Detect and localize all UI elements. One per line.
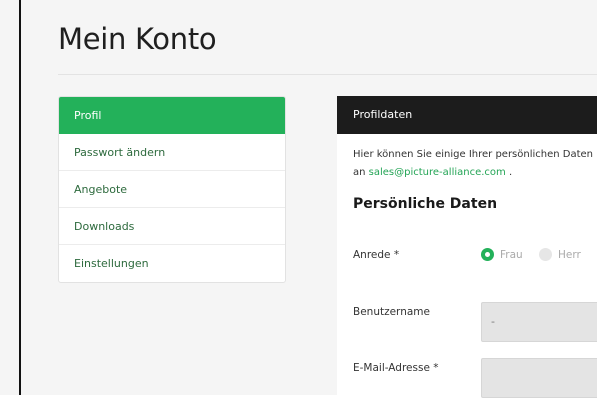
window-edge xyxy=(19,0,21,395)
sidebar-item-angebote[interactable]: Angebote xyxy=(59,171,285,208)
benutzername-field[interactable]: - xyxy=(481,302,597,342)
sidebar-item-passwort-aendern[interactable]: Passwort ändern xyxy=(59,134,285,171)
panel-header: Profildaten xyxy=(337,96,597,134)
radio-herr-label: Herr xyxy=(558,248,581,261)
anrede-row: Anrede * Frau Herr xyxy=(353,248,597,269)
radio-unchecked-icon xyxy=(539,248,552,261)
radio-checked-icon xyxy=(481,248,494,261)
intro-prefix: an xyxy=(353,167,369,178)
radio-herr[interactable]: Herr xyxy=(539,248,581,261)
intro-text: Hier können Sie einige Ihrer persönliche… xyxy=(353,146,597,182)
anrede-label: Anrede * xyxy=(353,249,400,261)
email-label: E-Mail-Adresse * xyxy=(353,362,439,374)
intro-suffix: . xyxy=(505,167,513,178)
account-sidebar: Profil Passwort ändern Angebote Download… xyxy=(58,96,286,283)
sidebar-item-einstellungen[interactable]: Einstellungen xyxy=(59,245,285,282)
section-title-persoenliche-daten: Persönliche Daten xyxy=(353,196,498,212)
radio-frau[interactable]: Frau xyxy=(481,248,523,261)
page-title: Mein Konto xyxy=(58,22,217,56)
radio-frau-label: Frau xyxy=(500,248,523,261)
profile-panel: Profildaten Hier können Sie einige Ihrer… xyxy=(337,96,597,398)
intro-line-2: an sales@picture-alliance.com . xyxy=(353,164,597,182)
page-frame: Mein Konto Profil Passwort ändern Angebo… xyxy=(0,0,597,398)
intro-line-1: Hier können Sie einige Ihrer persönliche… xyxy=(353,149,594,160)
title-divider xyxy=(58,74,597,75)
benutzername-label: Benutzername xyxy=(353,306,430,318)
sales-email-link[interactable]: sales@picture-alliance.com xyxy=(369,167,506,178)
sidebar-item-profil[interactable]: Profil xyxy=(59,97,285,134)
email-field[interactable] xyxy=(481,358,597,398)
sidebar-item-downloads[interactable]: Downloads xyxy=(59,208,285,245)
